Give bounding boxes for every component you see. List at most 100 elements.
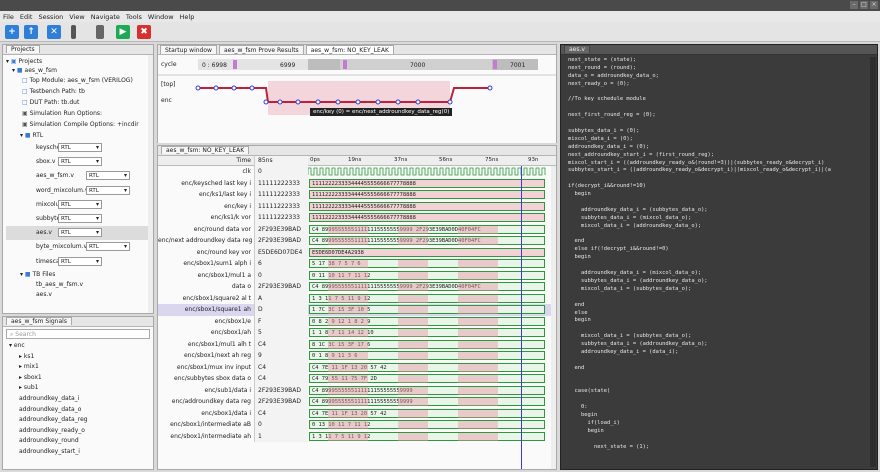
tb-file-item[interactable]: aes.v	[6, 290, 153, 300]
waveform-row[interactable]: enc/key i 11111222333 11112222333344445555…	[158, 200, 556, 213]
menu-session[interactable]: Session	[38, 13, 63, 21]
waveform-row[interactable]: enc/ks1/k vor 11111222333 1111222233334444…	[158, 212, 556, 224]
open-button[interactable]: ↑	[24, 25, 38, 39]
rtl-mode-select[interactable]: RTL	[58, 228, 102, 238]
signal-wave[interactable]: 11112222333344445555666677778888	[308, 212, 556, 224]
signal-wave[interactable]: 11112222333344445555666677778888	[308, 178, 556, 190]
signal-tree-item[interactable]: addroundkey_start_i	[3, 447, 153, 458]
tb-file-item[interactable]: tb_aes_w_fsm.v	[6, 280, 153, 290]
stop-button[interactable]: ✖	[137, 25, 151, 39]
signal-wave[interactable]: C4 7E 11 1F 13 20 57 42	[308, 362, 556, 374]
waveform-row[interactable]: enc/sbox1/sum1 alph i65 17 38 7 5 7 6	[158, 258, 556, 270]
waveform-row[interactable]: clk 0	[158, 166, 556, 178]
waveform-row[interactable]: enc/sbox1/intermediate ah 1 1 3 11 7 5 11 …	[158, 430, 556, 443]
signal-tree-item[interactable]: ▾ enc	[3, 341, 153, 352]
signal-wave[interactable]: C4 8999555555111111155555559999	[308, 396, 556, 408]
projects-tab[interactable]: Projects	[3, 45, 153, 55]
signal-wave[interactable]: 1 3 11 7 5 11 9 12	[308, 431, 556, 443]
menu-edit[interactable]: Edit	[20, 13, 33, 21]
save-button[interactable]: ✕	[47, 25, 61, 39]
close-window-button[interactable]: ×	[870, 1, 878, 9]
time-cursor[interactable]	[521, 166, 522, 469]
waveform-row[interactable]: enc/sbox1/e F 0 8 2 9 12 1 8 2 9	[158, 315, 556, 328]
rtl-file-item[interactable]: word_mixcolum.vRTL	[6, 184, 153, 198]
rtl-file-item[interactable]: mixcolum.vRTL	[6, 198, 153, 212]
waveform-row[interactable]: enc/sub1/data i 2F293E39BAD C4 89995555551…	[158, 384, 556, 396]
rtl-file-item[interactable]: aes_w_fsm.v RTL	[6, 169, 153, 183]
rtl-mode-select[interactable]: RTL	[58, 256, 102, 266]
waveform-row[interactable]: enc/addroundkey data reg 2F293E39BAD C4 89…	[158, 396, 556, 408]
signal-wave[interactable]: C4 8999555555111111155555559999 2F293E39…	[308, 235, 556, 247]
rtl-folder[interactable]: ▾ ■ RTL	[6, 130, 153, 141]
rtl-file-item[interactable]: byte_mixcolum.v RTL	[6, 240, 153, 254]
signal-wave[interactable]: 1 3 11 7 5 11 9 12	[308, 293, 556, 305]
waveform-row[interactable]: enc/sbox1/square1 ah D 1 7C 3C 15 3F 10 5	[158, 304, 556, 316]
signal-tree-item[interactable]: ▸ mix1	[3, 362, 153, 373]
waveform-tab[interactable]: aes_w_fsm: NO_KEY_LEAK	[158, 146, 556, 156]
signal-wave[interactable]: E5DE6D07DE4A2938	[308, 247, 556, 259]
waveform-row[interactable]: enc/sbox1/next ah reg 9 0 1 8 9 11 3 6	[158, 350, 556, 362]
tab-prove-results[interactable]: aes_w_fsm Prove Results	[218, 45, 304, 54]
waveform-scrollbar[interactable]	[551, 166, 556, 469]
menu-tools[interactable]: Tools	[126, 13, 142, 21]
signal-wave[interactable]: 0 8 2 9 12 1 8 2 9	[308, 316, 556, 328]
signal-tree-item[interactable]: ▸ sbox1	[3, 373, 153, 384]
rtl-mode-select[interactable]: RTL	[58, 213, 102, 223]
signals-tab[interactable]: aes_w_fsm Signals	[3, 317, 153, 327]
signal-wave[interactable]: C4 8999555555111111155555559999 2F293E39…	[308, 281, 556, 293]
waveform-row[interactable]: enc/keysched last key i 11111222333 111122…	[158, 177, 556, 190]
waveform-row[interactable]: enc/ks1/last key i 11111222333 11112222333…	[158, 189, 556, 201]
minimize-button[interactable]: –	[850, 1, 858, 9]
menu-navigate[interactable]: Navigate	[91, 13, 120, 21]
trace-diagram[interactable]: cycle [top] enc 0 : 6998 6999 7000 7001	[158, 55, 556, 143]
waveform-row[interactable]: enc/sbox1/intermediate aB 0 0 13 10 11 7 1…	[158, 419, 556, 431]
signal-wave[interactable]: C4 79 55 11 75 7F 2D	[308, 373, 556, 385]
rtl-file-item[interactable]: subbytes.vRTL	[6, 212, 153, 226]
signal-wave[interactable]: 1 1 8 7 11 14 12 10	[308, 327, 556, 339]
signal-wave[interactable]: C4 8999555555111111155555559999 2F293E39…	[308, 224, 556, 236]
new-button[interactable]: +	[5, 25, 19, 39]
signal-tree-item[interactable]: addroundkey_ready_o	[3, 426, 153, 437]
signal-wave[interactable]: 11112222333344445555666677778888	[308, 189, 556, 201]
rtl-mode-select[interactable]: RTL	[86, 242, 130, 252]
maximize-button[interactable]: □	[860, 1, 868, 9]
top-module-item[interactable]: □ Top Module: aes_w_fsm (VERILOG)	[6, 75, 153, 86]
waveform-row[interactable]: data o 2F293E39BAD C4 89995555551111111555…	[158, 281, 556, 293]
signal-wave[interactable]: C4 7E 11 1F 13 20 57 42	[308, 408, 556, 420]
menu-view[interactable]: View	[69, 13, 84, 21]
waveform-row[interactable]: enc/round data vor 2F293E39BAD C4 89995555…	[158, 223, 556, 236]
signal-tree-item[interactable]: ▸ sub1	[3, 383, 153, 394]
signal-wave[interactable]: 0 11 10 11 7 11 12	[308, 270, 556, 282]
signal-wave[interactable]	[308, 166, 556, 178]
waveform-row[interactable]: enc/sbox1/mul1 alh t C4 8 1C 3C 15 3F 17 6	[158, 338, 556, 351]
time-axis[interactable]: 0ps 19ns 37ns 56ns 75ns 93n	[308, 156, 556, 166]
tb-files-folder[interactable]: ▾ ■ TB Files	[6, 269, 153, 280]
signal-wave[interactable]: 5 17 38 7 5 7 6	[308, 258, 556, 270]
signal-tree-item[interactable]: addroundkey_data_o	[3, 405, 153, 416]
signal-wave[interactable]: 8 1C 3C 15 3F 17 6	[308, 339, 556, 351]
lock-button[interactable]	[96, 25, 104, 39]
sim-compile-item[interactable]: ▣ Simulation Compile Options: +incdir	[6, 119, 153, 130]
tree-project[interactable]: ▾ ■ aes_w_fsm	[6, 66, 153, 75]
signal-wave[interactable]: 0 1 8 9 11 3 6	[308, 350, 556, 362]
signal-tree-item[interactable]: addroundkey_data_reg	[3, 415, 153, 426]
menu-file[interactable]: File	[3, 13, 14, 21]
rtl-mode-select[interactable]: RTL	[58, 157, 102, 167]
editor-scrollbar[interactable]	[870, 57, 876, 467]
signal-wave[interactable]: 1 7C 3C 15 3F 10 5	[308, 304, 556, 316]
signal-wave[interactable]: 0 13 10 11 7 11 12	[308, 419, 556, 431]
waveform-row[interactable]: enc/sbox1/mul1 a00 11 10 11 7 11 12	[158, 269, 556, 282]
tab-startup-window[interactable]: Startup window	[160, 45, 217, 54]
signal-wave[interactable]: 11112222333344445555666677778888	[308, 201, 556, 213]
tree-projects-root[interactable]: ▾ ▣ Projects	[6, 57, 153, 66]
signal-tree-item[interactable]: addroundkey_data_i	[3, 394, 153, 405]
waveform-row[interactable]: enc/sbox1/ah 5 1 1 8 7 11 14 12 10	[158, 327, 556, 339]
rtl-file-item[interactable]: sbox.v RTL	[6, 155, 153, 169]
projects-scrollbar[interactable]	[148, 55, 153, 313]
rtl-mode-select[interactable]: RTL	[86, 185, 130, 195]
menu-window[interactable]: Window	[148, 13, 174, 21]
waveform-row[interactable]: enc/sbox1/square2 al tA1 3 11 7 5 11 9 1…	[158, 292, 556, 305]
testbench-item[interactable]: □ Testbench Path: tb	[6, 86, 153, 97]
sim-run-item[interactable]: ▣ Simulation Run Options:	[6, 108, 153, 119]
menu-help[interactable]: Help	[180, 13, 195, 21]
